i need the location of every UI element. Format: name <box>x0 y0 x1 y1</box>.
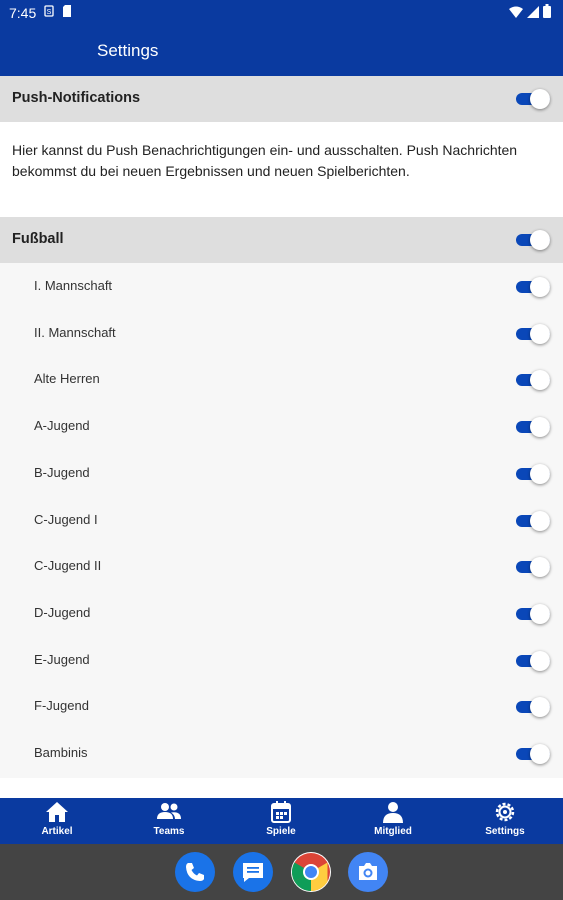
team-row[interactable]: E-Jugend <box>0 637 563 683</box>
nav-item-artikel[interactable]: Artikel <box>1 798 113 844</box>
gear-icon <box>449 801 561 825</box>
team-label: E-Jugend <box>34 651 90 667</box>
nav-item-spiele[interactable]: Spiele <box>225 798 337 844</box>
push-notifications-header: Push-Notifications <box>0 76 563 122</box>
team-row[interactable]: II. Mannschaft <box>0 310 563 356</box>
team-toggle[interactable] <box>516 510 550 531</box>
team-toggle[interactable] <box>516 323 550 344</box>
team-toggle[interactable] <box>516 603 550 624</box>
system-dock <box>0 844 563 900</box>
team-toggle[interactable] <box>516 463 550 484</box>
fussball-toggle[interactable] <box>516 230 550 250</box>
nav-label: Spiele <box>266 826 296 837</box>
team-row[interactable]: A-Jugend <box>0 403 563 449</box>
person-icon <box>337 801 449 825</box>
camera-icon[interactable] <box>348 852 388 892</box>
cell-signal-icon <box>527 5 539 21</box>
wifi-icon <box>509 5 523 21</box>
push-description: Hier kannst du Push Benachrichtigungen e… <box>12 142 518 179</box>
team-label: II. Mannschaft <box>34 324 116 340</box>
nav-item-settings[interactable]: Settings <box>449 798 561 844</box>
nav-item-mitglied[interactable]: Mitglied <box>337 798 449 844</box>
status-time: 7:45 <box>9 5 37 21</box>
phone-icon[interactable] <box>175 852 215 892</box>
nav-label: Teams <box>153 826 185 837</box>
team-toggle[interactable] <box>516 277 550 297</box>
sim-icon: S <box>44 5 54 20</box>
team-row[interactable]: C-Jugend II <box>0 543 563 589</box>
push-notifications-toggle[interactable] <box>516 89 550 109</box>
team-toggle[interactable] <box>516 557 550 578</box>
team-row[interactable]: Alte Herren <box>0 356 563 402</box>
sd-card-icon <box>62 5 72 20</box>
team-label: Alte Herren <box>34 371 100 387</box>
team-row[interactable]: C-Jugend I <box>0 497 563 543</box>
team-row[interactable]: D-Jugend <box>0 590 563 636</box>
bottom-nav: Artikel Teams Spiele Mitglied Settings <box>0 798 563 844</box>
app-bar: Settings <box>0 26 563 76</box>
people-icon <box>113 801 225 825</box>
home-icon <box>1 801 113 825</box>
team-label: B-Jugend <box>34 464 90 480</box>
team-label: Bambinis <box>34 745 88 760</box>
team-label: C-Jugend II <box>34 558 102 574</box>
battery-icon <box>543 4 551 21</box>
nav-label: Mitglied <box>374 826 412 837</box>
fussball-header: Fußball <box>0 217 563 263</box>
team-row[interactable]: B-Jugend <box>0 450 563 496</box>
team-label: C-Jugend I <box>34 511 98 527</box>
calendar-icon <box>225 801 337 825</box>
team-label: A-Jugend <box>34 418 90 434</box>
nav-item-teams[interactable]: Teams <box>113 798 225 844</box>
messages-icon[interactable] <box>233 852 273 892</box>
chrome-icon[interactable] <box>291 852 331 892</box>
team-toggle[interactable] <box>516 650 550 671</box>
team-label: I. Mannschaft <box>34 278 113 293</box>
push-notifications-label: Push-Notifications <box>12 90 141 106</box>
nav-label: Artikel <box>41 826 73 837</box>
team-toggle[interactable] <box>516 370 550 391</box>
team-list: I. Mannschaft II. Mannschaft Alte Herren… <box>0 263 563 778</box>
team-toggle[interactable] <box>516 697 550 718</box>
page-title: Settings <box>97 41 159 60</box>
team-label: F-Jugend <box>34 698 89 714</box>
fussball-label: Fußball <box>12 231 64 247</box>
team-toggle[interactable] <box>516 417 550 438</box>
settings-content: Push-Notifications Hier kannst du Push B… <box>0 76 563 798</box>
team-label: D-Jugend <box>34 604 91 620</box>
team-row[interactable]: Bambinis <box>0 730 563 776</box>
nav-label: Settings <box>485 826 525 837</box>
svg-text:S: S <box>47 9 52 16</box>
team-row[interactable]: F-Jugend <box>0 683 563 729</box>
status-bar: 7:45 S <box>0 0 563 26</box>
team-row[interactable]: I. Mannschaft <box>0 263 563 309</box>
team-toggle[interactable] <box>516 744 550 764</box>
